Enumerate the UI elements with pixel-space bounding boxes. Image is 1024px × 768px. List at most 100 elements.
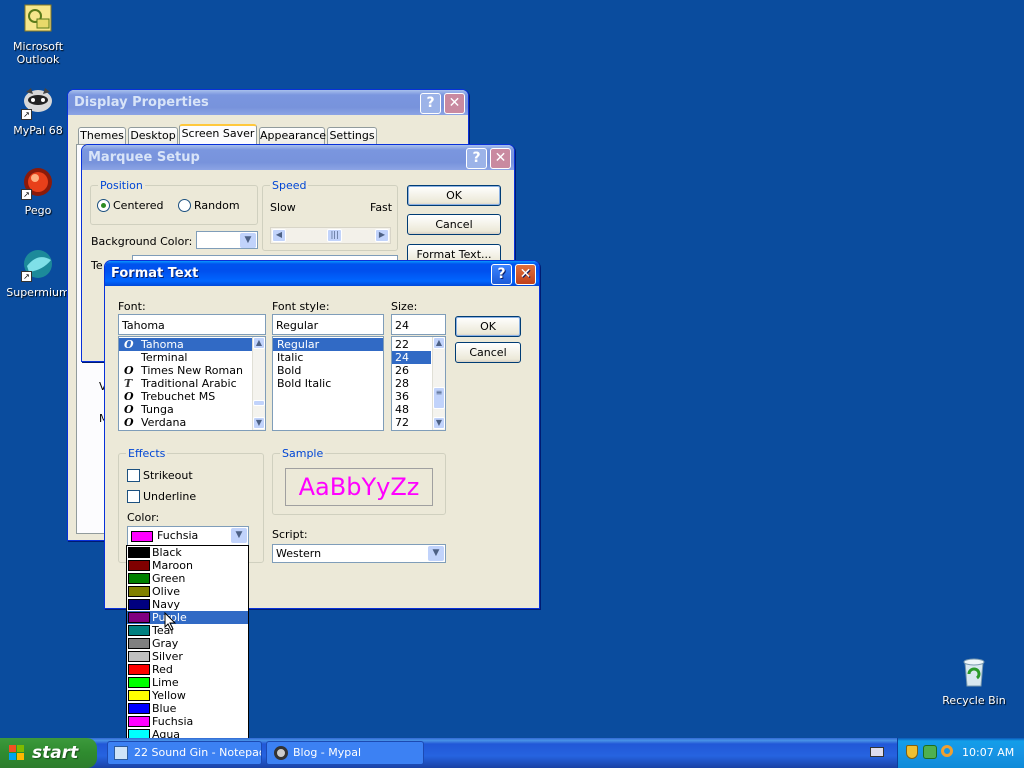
tab-screen-saver[interactable]: Screen Saver — [179, 124, 257, 144]
color-option[interactable]: Black — [127, 546, 248, 559]
start-button[interactable]: start — [0, 738, 97, 768]
search-icon[interactable] — [941, 745, 953, 757]
color-option[interactable]: Gray — [127, 637, 248, 650]
close-button[interactable]: ✕ — [490, 148, 511, 169]
size-list-item[interactable]: 72 — [392, 416, 431, 429]
scroll-up-icon[interactable]: ▲ — [433, 337, 445, 349]
close-button[interactable]: ✕ — [444, 93, 465, 114]
color-option[interactable]: Teal — [127, 624, 248, 637]
scroll-thumb[interactable] — [253, 400, 265, 406]
background-color-select[interactable]: ▼ — [196, 231, 258, 249]
script-select[interactable]: Western ▼ — [272, 544, 446, 563]
scroll-up-icon[interactable]: ▲ — [253, 337, 265, 349]
taskbar-item-mypal[interactable]: Blog - Mypal — [266, 741, 424, 765]
font-list-item[interactable]: O Tunga — [119, 403, 265, 416]
scroll-right-icon[interactable]: ▶ — [375, 229, 389, 242]
security-shield-icon[interactable] — [906, 745, 918, 759]
font-list-item[interactable]: O Tahoma — [119, 338, 265, 351]
size-list-item[interactable]: 48 — [392, 403, 431, 416]
chevron-down-icon[interactable]: ▼ — [428, 546, 444, 561]
color-option[interactable]: Navy — [127, 598, 248, 611]
notepad-icon — [114, 746, 128, 760]
tab-settings[interactable]: Settings — [327, 127, 377, 144]
centered-radio[interactable] — [97, 199, 110, 212]
scroll-down-icon[interactable]: ▼ — [433, 417, 445, 429]
help-button[interactable]: ? — [420, 93, 441, 114]
underline-checkbox[interactable] — [127, 490, 140, 503]
scroll-left-icon[interactable]: ◀ — [272, 229, 286, 242]
desktop-icon-mypal[interactable]: ↗ MyPal 68 — [0, 86, 76, 137]
size-list-item[interactable]: 22 — [392, 338, 431, 351]
strikeout-label[interactable]: Strikeout — [143, 469, 193, 482]
font-style-list[interactable]: Regular Italic Bold Bold Italic — [272, 336, 384, 431]
color-option[interactable]: Blue — [127, 702, 248, 715]
tab-themes[interactable]: Themes — [78, 127, 126, 144]
network-icon[interactable] — [923, 745, 937, 759]
color-option[interactable]: Green — [127, 572, 248, 585]
color-option[interactable]: Purple — [127, 611, 248, 624]
font-style-list-item[interactable]: Italic — [273, 351, 383, 364]
underline-label[interactable]: Underline — [143, 490, 196, 503]
color-option[interactable]: Lime — [127, 676, 248, 689]
font-list-item[interactable]: T Traditional Arabic — [119, 377, 265, 390]
marquee-setup-titlebar[interactable]: Marquee Setup ? ✕ — [82, 145, 514, 170]
font-style-list-item[interactable]: Bold — [273, 364, 383, 377]
font-style-list-item[interactable]: Bold Italic — [273, 377, 383, 390]
desktop-icon-recycle-bin[interactable]: Recycle Bin — [936, 656, 1012, 707]
scroll-down-icon[interactable]: ▼ — [253, 417, 265, 429]
desktop-icon-pego[interactable]: ↗ Pego — [0, 166, 76, 217]
opentype-font-icon: O — [124, 403, 134, 416]
font-list-item[interactable]: Terminal — [119, 351, 265, 364]
font-list-item[interactable]: O Verdana — [119, 416, 265, 429]
tab-appearance[interactable]: Appearance — [259, 127, 326, 144]
speed-thumb[interactable]: ||| — [327, 229, 343, 242]
color-option[interactable]: Silver — [127, 650, 248, 663]
size-list-scrollbar[interactable]: ▲ ≡ ▼ — [432, 337, 445, 430]
help-button[interactable]: ? — [466, 148, 487, 169]
size-list-item[interactable]: 24 — [392, 351, 431, 364]
tab-desktop[interactable]: Desktop — [128, 127, 178, 144]
font-style-list-item[interactable]: Regular — [273, 338, 383, 351]
chevron-down-icon[interactable]: ▼ — [240, 233, 256, 248]
help-button[interactable]: ? — [491, 264, 512, 285]
clock[interactable]: 10:07 AM — [962, 746, 1014, 759]
ok-button[interactable]: OK — [407, 185, 501, 206]
size-list-item[interactable]: 36 — [392, 390, 431, 403]
font-list-item[interactable]: O Trebuchet MS — [119, 390, 265, 403]
color-option[interactable]: Yellow — [127, 689, 248, 702]
color-option-label: Red — [152, 663, 173, 676]
size-list-item[interactable]: 26 — [392, 364, 431, 377]
random-label[interactable]: Random — [194, 199, 240, 212]
scroll-thumb[interactable]: ≡ — [433, 387, 445, 409]
font-list[interactable]: O Tahoma Terminal O Times New Roman T Traditio… — [118, 336, 266, 431]
ok-button[interactable]: OK — [455, 316, 521, 337]
font-list-scrollbar[interactable]: ▲ ▼ — [252, 337, 265, 430]
close-button[interactable]: ✕ — [515, 264, 536, 285]
sample-group-label: Sample — [280, 447, 326, 460]
size-list[interactable]: 22 24 26 28 36 48 72 ▲ ≡ ▼ — [391, 336, 446, 431]
color-dropdown-list[interactable]: BlackMaroonGreenOliveNavyPurpleTealGrayS… — [126, 545, 249, 755]
size-input[interactable]: 24 — [391, 314, 446, 335]
strikeout-checkbox[interactable] — [127, 469, 140, 482]
keyboard-icon[interactable] — [870, 747, 884, 757]
color-option[interactable]: Fuchsia — [127, 715, 248, 728]
desktop-icon-outlook[interactable]: Microsoft Outlook — [0, 4, 76, 66]
desktop-icon-supermium[interactable]: ↗ Supermium — [0, 248, 76, 299]
cancel-button[interactable]: Cancel — [407, 214, 501, 235]
centered-label[interactable]: Centered — [113, 199, 164, 212]
font-input[interactable]: Tahoma — [118, 314, 266, 335]
font-style-input[interactable]: Regular — [272, 314, 384, 335]
color-select[interactable]: Fuchsia ▼ — [127, 526, 249, 546]
font-list-item[interactable]: O Times New Roman — [119, 364, 265, 377]
color-option[interactable]: Olive — [127, 585, 248, 598]
chevron-down-icon[interactable]: ▼ — [231, 528, 247, 543]
color-option[interactable]: Red — [127, 663, 248, 676]
color-option[interactable]: Maroon — [127, 559, 248, 572]
size-list-item[interactable]: 28 — [392, 377, 431, 390]
cancel-button[interactable]: Cancel — [455, 342, 521, 363]
format-text-titlebar[interactable]: Format Text ? ✕ — [105, 261, 539, 286]
display-properties-titlebar[interactable]: Display Properties ? ✕ — [68, 90, 468, 115]
random-radio[interactable] — [178, 199, 191, 212]
speed-scrollbar[interactable]: ◀ ▶ ||| — [270, 227, 391, 244]
taskbar-item-notepad[interactable]: 22 Sound Gin - Notepad — [107, 741, 262, 765]
